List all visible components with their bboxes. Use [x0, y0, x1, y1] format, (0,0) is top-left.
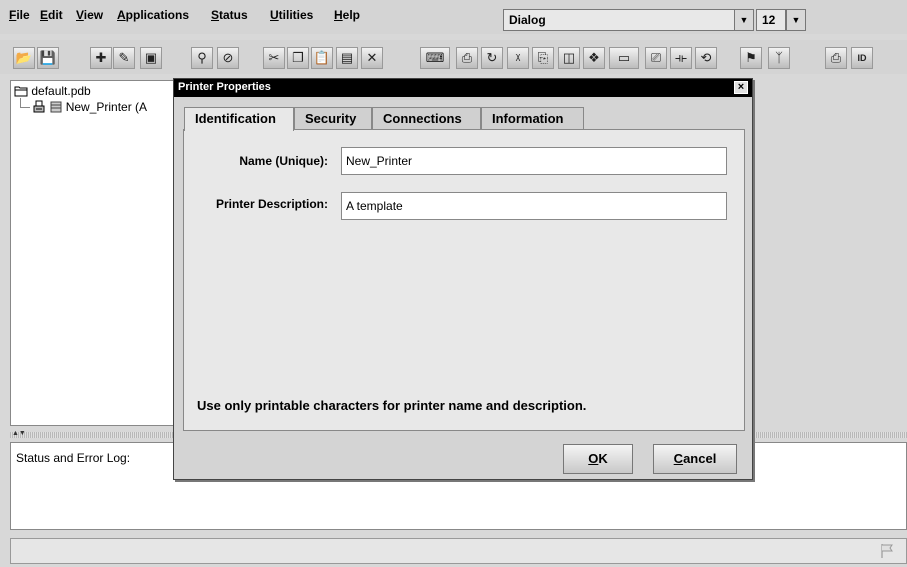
font-size-dropdown-icon[interactable]: ▼ [786, 9, 806, 31]
printer-status-icon[interactable]: ⎙ [825, 47, 847, 69]
find-icon[interactable]: ⚲ [191, 47, 213, 69]
print-jobs-icon[interactable]: ❖ [583, 47, 605, 69]
device-icon[interactable]: ◫ [558, 47, 580, 69]
menu-file[interactable]: File [9, 8, 30, 22]
printer-icon [33, 100, 45, 113]
tab-security[interactable]: Security [294, 107, 372, 129]
printer-name-field[interactable]: New_Printer [341, 147, 727, 175]
split-icon[interactable]: ⟛ [670, 47, 692, 69]
keyboard-icon[interactable]: ⌨ [420, 47, 450, 69]
tree-root-row[interactable]: default.pdb [14, 84, 91, 98]
status-bar [10, 538, 907, 564]
tree-connector [20, 98, 21, 107]
close-icon[interactable]: × [734, 81, 748, 94]
save-icon[interactable]: 💾 [37, 47, 59, 69]
copy-icon[interactable]: ❐ [287, 47, 309, 69]
hint-text: Use only printable characters for printe… [197, 398, 587, 413]
cut-icon[interactable]: ✂ [263, 47, 285, 69]
id-icon[interactable]: ID [851, 47, 873, 69]
printer-icon[interactable]: ⎙ [456, 47, 478, 69]
tab-identification[interactable]: Identification [184, 107, 294, 131]
refresh-icon[interactable]: ↻ [481, 47, 503, 69]
paste-special-icon[interactable]: ▤ [336, 47, 358, 69]
queue-icon [50, 101, 62, 113]
splitter-arrows-icon[interactable]: ▲▼ [12, 430, 26, 437]
antenna-icon[interactable]: ᛉ [768, 47, 790, 69]
new-device-icon[interactable]: ▣ [140, 47, 162, 69]
reload-icon[interactable]: ⟲ [695, 47, 717, 69]
toolbar: 📂 💾 ✚ ✎ ▣ ⚲ ⊘ ✂ ❐ 📋 ▤ ✕ ⌨ ⎙ ↻ ᵡ ⎘ ◫ ❖ ▭ ⎚ ⟛ ⟲ ⚑ ᛉ ⎙ ID [0, 40, 907, 74]
cancel-button[interactable]: Cancel [653, 444, 737, 474]
printer-queue-icon[interactable]: ⎚ [645, 47, 667, 69]
dialog-titlebar[interactable]: Printer Properties × [174, 79, 752, 97]
card-icon[interactable]: ▭ [609, 47, 639, 69]
status-log-label: Status and Error Log: [16, 451, 131, 465]
printer-properties-dialog: Printer Properties × Identification Secu… [173, 78, 753, 480]
ok-button[interactable]: OK [563, 444, 633, 474]
font-family-dropdown-icon[interactable]: ▼ [734, 9, 754, 31]
cancel-icon[interactable]: ⊘ [217, 47, 239, 69]
menu-applications[interactable]: Applications [117, 8, 189, 22]
printer-add-icon[interactable]: ⎘ [532, 47, 554, 69]
menu-bar: File Edit View Applications Status Utili… [0, 0, 907, 34]
menu-utilities[interactable]: Utilities [270, 8, 313, 22]
tree-root-label: default.pdb [31, 84, 91, 98]
open-icon[interactable]: 📂 [13, 47, 35, 69]
menu-edit[interactable]: Edit [40, 8, 63, 22]
printer-description-field[interactable]: A template [341, 192, 727, 220]
tree-connector [20, 107, 30, 108]
paste-icon[interactable]: 📋 [311, 47, 333, 69]
tree-printer-label: New_Printer (A [65, 100, 148, 114]
delete-icon[interactable]: ✕ [361, 47, 383, 69]
folder-icon [14, 86, 28, 97]
tab-information[interactable]: Information [481, 107, 584, 129]
xy-icon[interactable]: ᵡ [507, 47, 529, 69]
dialog-title: Printer Properties [178, 81, 271, 93]
flag-icon [881, 544, 893, 558]
description-label: Printer Description: [215, 197, 328, 211]
tab-connections[interactable]: Connections [372, 107, 481, 129]
font-size-select[interactable]: 12 [756, 9, 786, 31]
font-family-select[interactable]: Dialog [503, 9, 735, 31]
name-label: Name (Unique): [239, 154, 328, 168]
new-job-icon[interactable]: ✎ [113, 47, 135, 69]
menu-status[interactable]: Status [211, 8, 248, 22]
menu-help[interactable]: Help [334, 8, 360, 22]
identification-panel: Name (Unique): New_Printer Printer Descr… [183, 129, 745, 431]
menu-view[interactable]: View [76, 8, 103, 22]
tree-printer-row[interactable]: New_Printer (A [31, 100, 147, 114]
flag-icon[interactable]: ⚑ [740, 47, 762, 69]
new-printer-icon[interactable]: ✚ [90, 47, 112, 69]
